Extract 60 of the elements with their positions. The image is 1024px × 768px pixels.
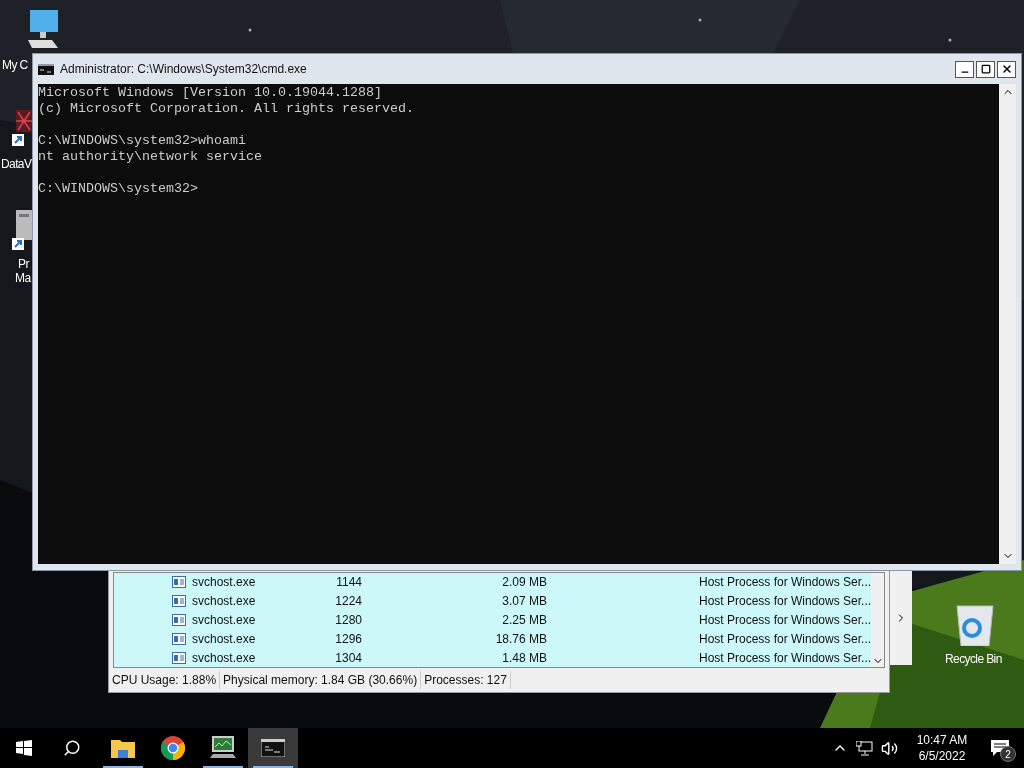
console-line: nt authority\network service xyxy=(38,149,263,165)
app-shortcut-icon xyxy=(12,110,32,146)
taskbar-app[interactable] xyxy=(248,728,298,768)
window-title: Administrator: C:\Windows\System32\cmd.exe xyxy=(60,61,307,78)
process-name: svchost.exe xyxy=(192,574,257,592)
close-icon xyxy=(1000,63,1013,75)
folder-icon xyxy=(111,738,135,758)
maximize-icon xyxy=(980,64,991,74)
process-description: Host Process for Windows Ser... xyxy=(699,649,872,667)
desktop-icon-label[interactable]: Pr xyxy=(18,257,29,271)
console-line: Microsoft Windows [Version 10.0.19044.1288] xyxy=(38,85,383,101)
process-name: svchost.exe xyxy=(192,649,257,667)
process-icon xyxy=(172,632,186,645)
console-line: C:\WINDOWS\system32> xyxy=(38,181,199,197)
console-line: (c) Microsoft Corporation. All rights reserved. xyxy=(38,101,415,117)
desktop-icon-label[interactable]: DataV xyxy=(1,157,32,171)
status-bar-text: Processes: 127 xyxy=(421,671,511,689)
process-id: 1304 xyxy=(334,649,362,667)
process-id: 1144 xyxy=(335,574,362,592)
console-icon xyxy=(38,63,54,75)
status-bar-text: Physical memory: 1.84 GB (30.66%) xyxy=(220,671,422,689)
process-name: svchost.exe xyxy=(192,630,257,648)
windows-icon xyxy=(16,740,32,756)
console-icon xyxy=(261,739,285,757)
desktop-icon-label[interactable]: Recycle Bin xyxy=(945,652,1002,666)
desktop-icon-label[interactable]: My C xyxy=(2,58,28,72)
console-area[interactable]: Microsoft Windows [Version 10.0.19044.1288] (c) Microsoft Corporation. All rights reserved. C:\WINDOWS\system32>whoami nt authority\network service C:\WINDOWS\system32> xyxy=(38,84,999,564)
process-description: Host Process for Windows Ser... xyxy=(699,593,872,611)
process-name: svchost.exe xyxy=(192,612,257,629)
process-id: 1280 xyxy=(334,612,362,629)
notification-count: 2 xyxy=(1000,746,1016,762)
process-id: 1296 xyxy=(334,630,362,648)
status-bar-text: CPU Usage: 1.88% xyxy=(109,671,221,689)
memory-usage: 2.09 MB xyxy=(501,574,547,592)
recycle-bin-icon xyxy=(955,602,995,646)
memory-usage: 1.48 MB xyxy=(501,649,547,667)
process-icon xyxy=(172,651,186,664)
memory-usage: 3.07 MB xyxy=(501,593,547,611)
monitor-icon xyxy=(210,736,236,760)
app-shortcut-icon xyxy=(12,210,32,250)
process-icon xyxy=(172,595,186,608)
process-description: Host Process for Windows Ser... xyxy=(699,612,872,629)
process-name: svchost.exe xyxy=(192,593,257,611)
network-icon[interactable] xyxy=(856,740,873,756)
minimize-button[interactable] xyxy=(955,60,974,78)
close-button[interactable] xyxy=(997,60,1016,78)
console-line: C:\WINDOWS\system32>whoami xyxy=(38,133,247,149)
process-description: Host Process for Windows Ser... xyxy=(699,630,872,648)
desktop-icon-label[interactable]: Ma xyxy=(15,271,31,285)
process-description: Host Process for Windows Ser... xyxy=(699,574,872,592)
memory-usage: 2.25 MB xyxy=(501,612,547,629)
process-icon xyxy=(172,576,186,589)
clock[interactable]: 10:47 AM 6/5/2022 xyxy=(908,732,976,764)
search-icon xyxy=(63,739,81,757)
maximize-button[interactable] xyxy=(976,60,995,78)
browser-icon xyxy=(161,736,185,760)
process-icon xyxy=(172,614,186,626)
process-id: 1224 xyxy=(334,593,362,611)
volume-icon[interactable] xyxy=(881,739,898,757)
memory-usage: 18.76 MB xyxy=(494,630,547,648)
